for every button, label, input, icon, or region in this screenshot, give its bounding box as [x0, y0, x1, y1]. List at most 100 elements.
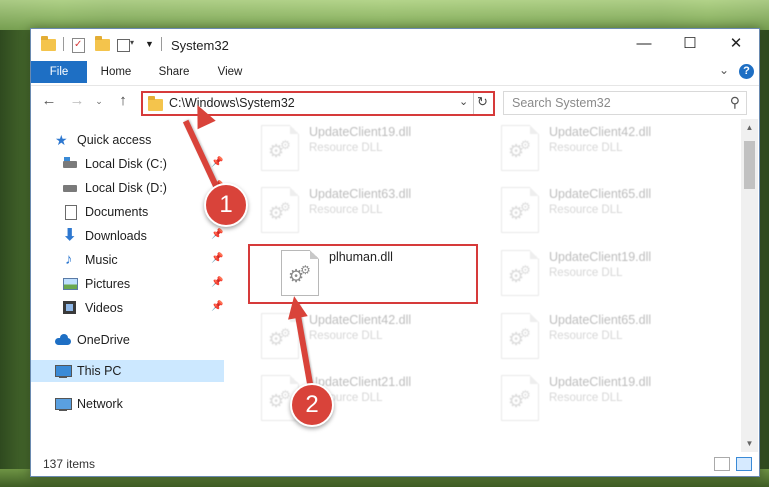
- file-item[interactable]: ⚙ ⚙ UpdateClient19.dll Resource DLL: [491, 244, 721, 298]
- sidebar-item-label: Music: [85, 253, 118, 267]
- scroll-down-button[interactable]: ▼: [741, 435, 758, 452]
- tab-view[interactable]: View: [207, 61, 253, 83]
- sidebar-item-documents[interactable]: Documents 📌: [31, 201, 224, 223]
- file-item[interactable]: ⚙ ⚙ UpdateClient65.dll Resource DLL: [491, 307, 721, 361]
- file-type: Resource DLL: [549, 204, 623, 216]
- music-icon: ♪: [65, 251, 73, 268]
- sidebar-item-this-pc[interactable]: This PC: [31, 360, 224, 382]
- scroll-thumb[interactable]: [744, 141, 755, 189]
- callout-step-2: 2: [290, 383, 334, 427]
- tab-file[interactable]: File: [31, 61, 87, 83]
- minimize-button[interactable]: —: [621, 29, 667, 59]
- sidebar-item-label: Downloads: [85, 229, 147, 243]
- scroll-up-button[interactable]: ▲: [741, 119, 758, 136]
- file-type: Resource DLL: [549, 392, 623, 404]
- sidebar-item-videos[interactable]: Videos 📌: [31, 297, 224, 319]
- star-icon: ★: [55, 132, 68, 148]
- file-item[interactable]: ⚙ ⚙ UpdateClient21.dll Resource DLL: [251, 369, 481, 423]
- file-name: UpdateClient19.dll: [309, 125, 412, 139]
- dll-file-icon: ⚙ ⚙: [501, 187, 539, 233]
- chevron-down-icon[interactable]: ⌄: [459, 95, 468, 108]
- file-type: Resource DLL: [309, 330, 383, 342]
- file-type: Resource DLL: [549, 142, 623, 154]
- sidebar-item-network[interactable]: Network: [31, 393, 224, 415]
- back-button[interactable]: ←: [39, 91, 59, 111]
- dll-file-icon: ⚙ ⚙: [501, 125, 539, 171]
- file-type: Resource DLL: [309, 142, 383, 154]
- sidebar-item-pictures[interactable]: Pictures 📌: [31, 273, 224, 295]
- pin-icon[interactable]: 📌: [211, 253, 223, 264]
- download-icon: ⬇: [63, 227, 77, 244]
- address-path: C:\Windows\System32: [169, 96, 295, 110]
- pin-icon[interactable]: 📌: [211, 277, 223, 288]
- sidebar-item-label: Network: [77, 397, 123, 411]
- pin-icon[interactable]: 📌: [211, 301, 223, 312]
- maximize-button[interactable]: ☐: [667, 29, 713, 59]
- search-input[interactable]: Search System32 ⚲: [503, 91, 747, 115]
- file-type: Resource DLL: [309, 204, 383, 216]
- item-count: 137 items: [43, 457, 96, 471]
- dll-file-icon: ⚙ ⚙: [501, 313, 539, 359]
- pin-icon[interactable]: 📌: [211, 157, 223, 168]
- dll-file-icon: ⚙ ⚙: [261, 313, 299, 359]
- ribbon-tabs: File Home Share View ⌄ ?: [31, 61, 759, 83]
- pin-icon[interactable]: 📌: [211, 229, 223, 240]
- file-name: UpdateClient42.dll: [549, 125, 652, 139]
- sidebar-item-label: Local Disk (C:): [85, 157, 167, 171]
- sidebar-item-music[interactable]: ♪ Music 📌: [31, 249, 224, 271]
- callout-step-1: 1: [204, 183, 248, 227]
- sidebar-item-label: Quick access: [77, 133, 152, 147]
- file-name: UpdateClient19.dll: [549, 250, 652, 264]
- file-item[interactable]: ⚙ ⚙ UpdateClient65.dll Resource DLL: [491, 181, 721, 235]
- vertical-scrollbar[interactable]: ▲ ▼: [741, 119, 758, 452]
- file-name: UpdateClient63.dll: [309, 187, 412, 201]
- sidebar-item-downloads[interactable]: ⬇ Downloads 📌: [31, 225, 224, 247]
- file-item[interactable]: ⚙ ⚙ UpdateClient42.dll Resource DLL: [491, 119, 721, 173]
- file-name: UpdateClient42.dll: [309, 313, 412, 327]
- large-icons-view-button[interactable]: [736, 457, 752, 471]
- file-item[interactable]: ⚙ ⚙ UpdateClient19.dll Resource DLL: [491, 369, 721, 423]
- title-bar: ✓ ▾ ▼ System32 — ☐ ✕: [31, 29, 759, 61]
- divider: [63, 37, 64, 51]
- sidebar-item-local-disk-c[interactable]: Local Disk (C:) 📌: [31, 153, 224, 175]
- new-folder-icon[interactable]: [95, 36, 111, 54]
- recent-locations-icon[interactable]: ⌄: [89, 91, 109, 111]
- file-item[interactable]: ⚙ ⚙ UpdateClient19.dll Resource DLL: [251, 119, 481, 173]
- dll-file-icon: ⚙ ⚙: [261, 187, 299, 233]
- file-type: Resource DLL: [549, 267, 623, 279]
- video-icon: [63, 301, 79, 315]
- search-icon: ⚲: [729, 94, 740, 110]
- folder-icon[interactable]: [41, 36, 57, 54]
- sidebar-item-label: Documents: [85, 205, 149, 219]
- sidebar-item-local-disk-d[interactable]: Local Disk (D:) 📌: [31, 177, 224, 199]
- customize-toolbar-icon[interactable]: ▾: [117, 36, 139, 54]
- close-button[interactable]: ✕: [713, 29, 759, 59]
- sidebar-item-label: This PC: [77, 364, 122, 378]
- tab-share[interactable]: Share: [149, 61, 199, 83]
- sidebar-item-label: Local Disk (D:): [85, 181, 167, 195]
- expand-ribbon-icon[interactable]: ⌄: [719, 63, 729, 77]
- file-name: UpdateClient65.dll: [549, 187, 652, 201]
- properties-icon[interactable]: ✓: [71, 36, 87, 54]
- details-view-button[interactable]: [714, 457, 730, 471]
- file-type: Resource DLL: [549, 330, 623, 342]
- file-item[interactable]: ⚙ ⚙ UpdateClient42.dll Resource DLL: [251, 307, 481, 361]
- divider: [473, 93, 474, 114]
- address-bar-row: ← → ⌄ ↑ C:\Windows\System32 ⌄ ↻ Search S…: [31, 85, 759, 118]
- file-name: UpdateClient19.dll: [549, 375, 652, 389]
- chevron-down-icon[interactable]: ▼: [145, 36, 155, 54]
- search-placeholder: Search System32: [512, 96, 611, 110]
- up-button[interactable]: ↑: [113, 91, 133, 111]
- window-title: System32: [171, 38, 229, 53]
- drive-icon: [63, 157, 79, 171]
- tab-home[interactable]: Home: [91, 61, 141, 83]
- arrow-head-icon: [284, 294, 308, 320]
- cloud-icon: [55, 333, 71, 347]
- refresh-icon[interactable]: ↻: [477, 94, 488, 110]
- sidebar-item-label: Pictures: [85, 277, 131, 291]
- help-icon[interactable]: ?: [739, 64, 754, 79]
- highlight-box: [248, 244, 478, 304]
- file-item[interactable]: ⚙ ⚙ UpdateClient63.dll Resource DLL: [251, 181, 481, 235]
- sidebar-item-onedrive[interactable]: OneDrive: [31, 329, 224, 351]
- forward-button[interactable]: →: [67, 91, 87, 111]
